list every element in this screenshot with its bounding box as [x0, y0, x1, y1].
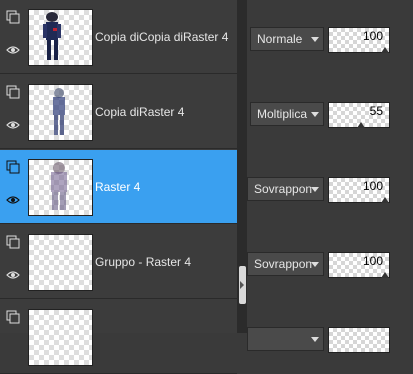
blend-mode-value: Sovrappon	[254, 182, 313, 196]
layer-row-icons	[2, 225, 24, 298]
figure-image	[43, 12, 61, 60]
layer-icon[interactable]	[6, 10, 20, 24]
blend-mode-dropdown[interactable]: Sovrappon	[247, 252, 324, 276]
opacity-marker-icon[interactable]	[381, 272, 389, 278]
blend-mode-value: Normale	[257, 32, 303, 46]
blend-mode-dropdown[interactable]: Normale	[250, 27, 324, 51]
layer-name: Copia diCopia diRaster 4	[95, 30, 229, 44]
layer-row[interactable]	[0, 300, 237, 374]
layer-row[interactable]: Copia diRaster 4	[0, 75, 237, 149]
opacity-field[interactable]: 55	[328, 102, 390, 128]
opacity-field[interactable]: 100	[328, 252, 390, 278]
panel-collapse-handle[interactable]	[239, 266, 246, 304]
eye-icon[interactable]	[6, 269, 20, 281]
layer-row[interactable]: Gruppo - Raster 4	[0, 225, 237, 299]
chevron-down-icon	[311, 337, 319, 342]
layer-thumbnail	[28, 234, 93, 291]
opacity-value: 100	[362, 254, 383, 268]
layer-icon[interactable]	[6, 310, 20, 324]
figure-image	[51, 162, 67, 210]
layer-thumbnail	[28, 9, 93, 66]
layer-row-selected[interactable]: Raster 4	[0, 150, 237, 224]
layer-row[interactable]: Copia diCopia diRaster 4	[0, 0, 237, 74]
layer-properties-row: Sovrappon 100	[247, 225, 413, 299]
layer-name: Raster 4	[95, 180, 141, 194]
layer-properties-row: Moltiplica 55	[247, 75, 413, 149]
layer-thumbnail	[28, 159, 93, 216]
layer-properties-row: Sovrappon 100	[247, 150, 413, 224]
opacity-field[interactable]: 100	[328, 27, 390, 53]
eye-icon[interactable]	[6, 119, 20, 131]
layer-properties-row	[247, 300, 413, 374]
layer-name: Gruppo - Raster 4	[95, 255, 192, 269]
opacity-field[interactable]: 100	[328, 177, 390, 203]
opacity-value: 100	[362, 29, 383, 43]
opacity-value: 55	[369, 104, 383, 118]
layer-properties-row: Normale 100	[247, 0, 413, 74]
blend-mode-dropdown[interactable]: Sovrappon	[247, 177, 324, 201]
blend-mode-dropdown[interactable]: Moltiplica	[250, 102, 324, 126]
layer-icon[interactable]	[6, 235, 20, 249]
chevron-down-icon	[311, 37, 319, 42]
chevron-down-icon	[311, 262, 319, 267]
layer-row-icons	[2, 75, 24, 148]
eye-icon[interactable]	[6, 44, 20, 56]
layer-row-icons	[2, 0, 24, 73]
layer-row-icons	[2, 300, 24, 373]
layer-icon[interactable]	[6, 160, 20, 174]
opacity-marker-icon[interactable]	[381, 47, 389, 53]
eye-icon[interactable]	[6, 194, 20, 206]
layer-icon[interactable]	[6, 85, 20, 99]
layer-thumbnail	[28, 309, 93, 366]
blend-mode-value: Sovrappon	[254, 257, 313, 271]
blend-mode-dropdown[interactable]	[247, 327, 324, 351]
opacity-marker-icon[interactable]	[381, 197, 389, 203]
opacity-field[interactable]	[328, 327, 390, 353]
blend-mode-value: Moltiplica	[257, 107, 308, 121]
layer-row-icons	[2, 150, 24, 223]
layer-thumbnail	[28, 84, 93, 141]
opacity-marker-icon[interactable]	[357, 122, 365, 128]
layer-name: Copia diRaster 4	[95, 105, 185, 119]
chevron-down-icon	[311, 112, 319, 117]
opacity-value: 100	[362, 179, 383, 193]
chevron-down-icon	[311, 187, 319, 192]
figure-image	[53, 88, 65, 135]
